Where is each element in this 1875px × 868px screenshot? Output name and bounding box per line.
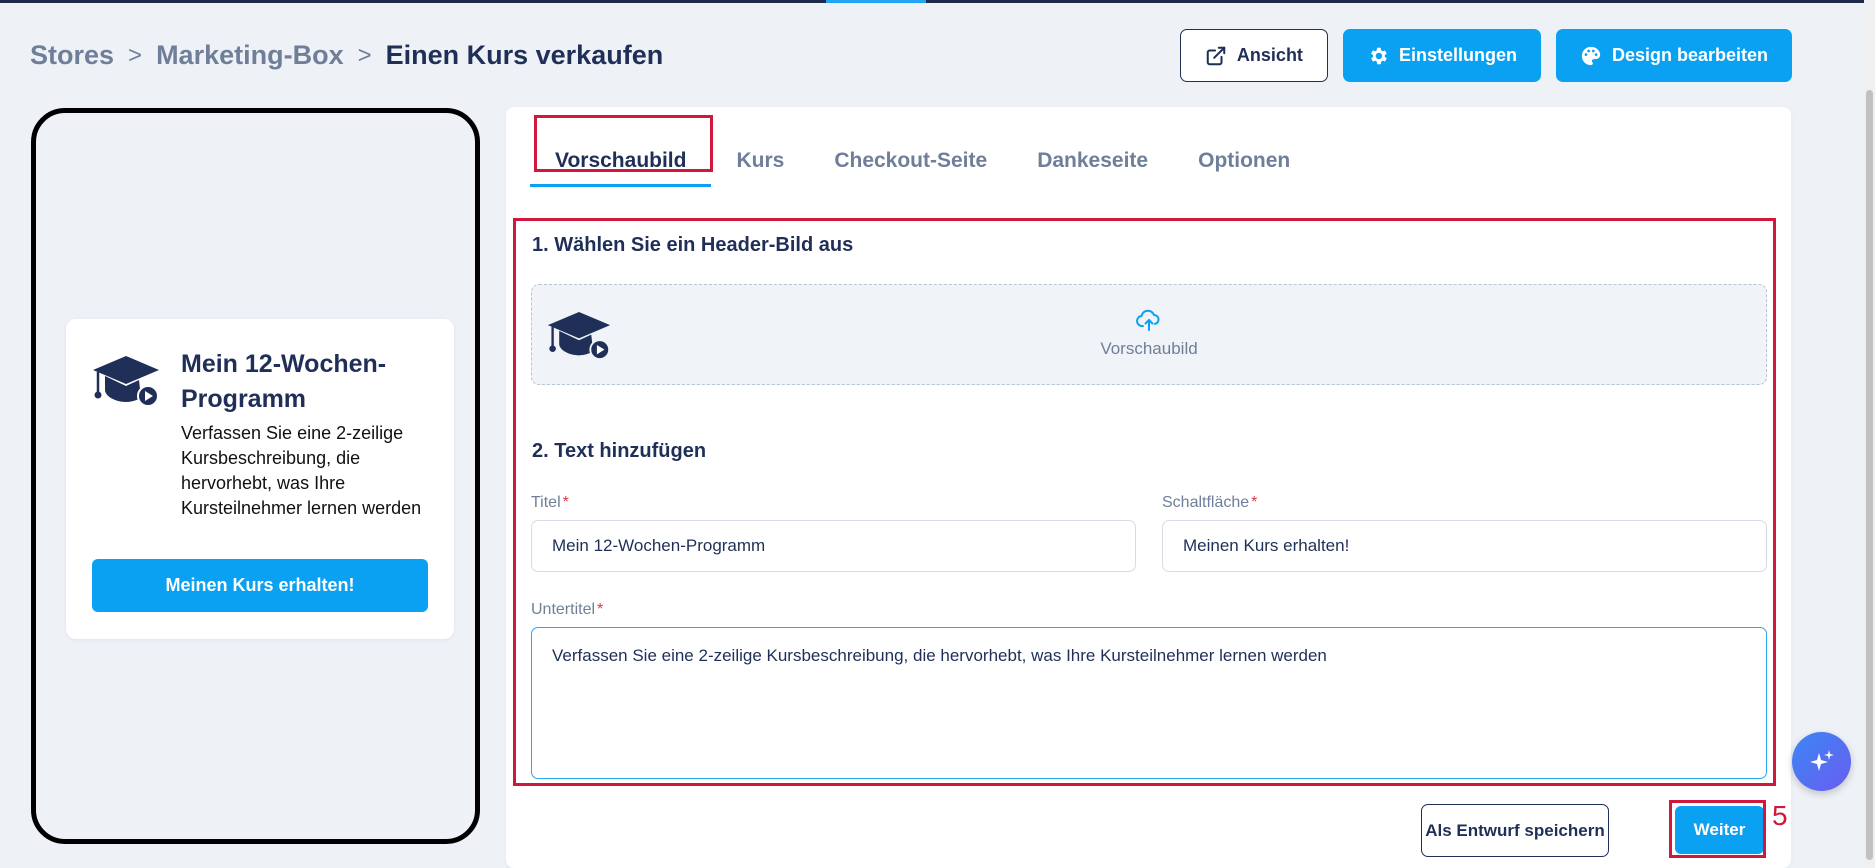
save-draft-button[interactable]: Als Entwurf speichern <box>1421 804 1609 857</box>
preview-title: Mein 12-Wochen-Programm <box>181 350 387 413</box>
tab-checkout[interactable]: Checkout-Seite <box>809 149 1012 187</box>
step-annotation: 5 <box>1772 800 1788 831</box>
header-actions: Ansicht Einstellungen Design bearbeiten <box>1179 29 1792 82</box>
upload-label: Vorschaubild <box>1100 339 1198 358</box>
ai-assistant-button[interactable] <box>1792 732 1851 791</box>
cloud-upload-icon <box>1136 309 1160 331</box>
breadcrumb: Stores > Marketing-Box > Einen Kurs verk… <box>30 40 663 71</box>
section-text-title: 2. Text hinzufügen <box>532 440 707 462</box>
design-button-label: Design bearbeiten <box>1611 45 1768 65</box>
palette-icon <box>1581 46 1601 65</box>
breadcrumb-stores[interactable]: Stores <box>30 40 114 71</box>
view-button[interactable]: Ansicht <box>1179 29 1328 82</box>
settings-button[interactable]: Einstellungen <box>1342 29 1541 82</box>
next-button-highlight <box>1669 800 1766 858</box>
subtitle-field-label: Untertitel * <box>531 601 604 618</box>
breadcrumb-marketing-box[interactable]: Marketing-Box <box>156 40 344 71</box>
section-header-image-title: 1. Wählen Sie ein Header-Bild aus <box>532 234 854 256</box>
view-button-label: Ansicht <box>1236 45 1303 65</box>
graduation-cap-icon <box>93 356 159 407</box>
gear-icon <box>1370 47 1387 64</box>
breadcrumb-separator: > <box>357 41 372 69</box>
title-field-label: Titel * <box>531 494 569 511</box>
sparkles-icon <box>1809 749 1834 771</box>
header-image-upload[interactable]: Vorschaubild <box>531 284 1767 385</box>
settings-button-label: Einstellungen <box>1398 45 1517 65</box>
tab-dankeseite[interactable]: Dankeseite <box>1012 149 1173 187</box>
title-input[interactable]: Mein 12-Wochen-Programm <box>531 520 1136 572</box>
active-tab-highlight <box>534 115 713 172</box>
external-link-icon <box>1206 46 1226 65</box>
preview-subtitle: Verfassen Sie eine 2-zeilige Kursbeschre… <box>181 423 422 518</box>
phone-preview: Mein 12-Wochen-Programm Verfassen Sie ei… <box>31 108 480 844</box>
scrollbar-thumb[interactable] <box>1866 90 1873 860</box>
button-text-input[interactable]: Meinen Kurs erhalten! <box>1162 520 1767 572</box>
design-button[interactable]: Design bearbeiten <box>1555 29 1792 82</box>
top-progress-accent <box>826 0 926 3</box>
top-progress-line <box>0 0 1875 3</box>
page-title: Einen Kurs verkaufen <box>385 40 664 70</box>
preview-card: Mein 12-Wochen-Programm Verfassen Sie ei… <box>66 319 454 639</box>
page-scrollbar[interactable] <box>1864 0 1875 868</box>
breadcrumb-separator: > <box>128 41 143 69</box>
tab-optionen[interactable]: Optionen <box>1173 149 1315 187</box>
button-field-label: Schaltfläche * <box>1162 494 1258 511</box>
tab-kurs[interactable]: Kurs <box>711 149 809 187</box>
subtitle-textarea[interactable]: Verfassen Sie eine 2-zeilige Kursbeschre… <box>531 627 1767 779</box>
preview-cta-button[interactable]: Meinen Kurs erhalten! <box>92 559 428 612</box>
upload-center: Vorschaubild <box>532 309 1766 359</box>
